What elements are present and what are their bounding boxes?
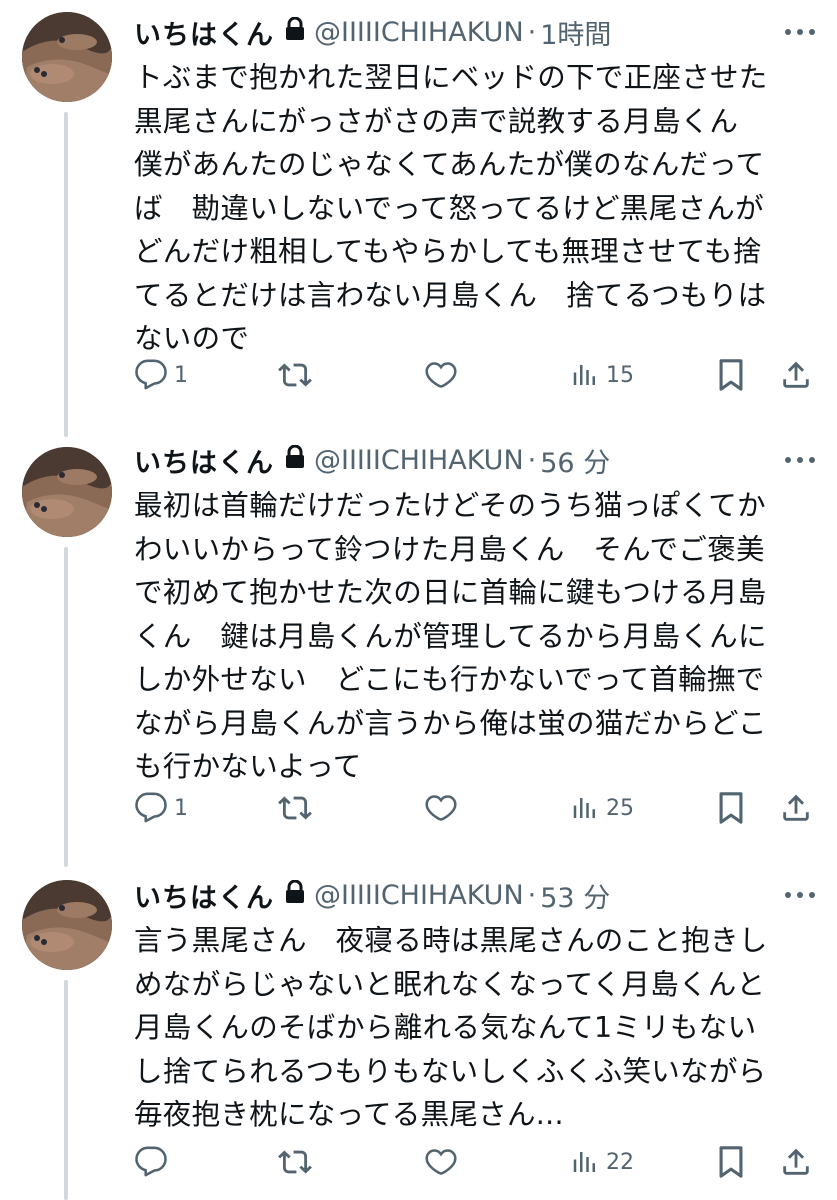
like-button[interactable] [423,353,465,397]
more-options-icon[interactable] [780,22,820,42]
tweet-actions: 22 [134,1140,824,1184]
reply-icon [134,791,168,825]
reply-count: 1 [174,795,188,821]
thread-line [64,112,68,437]
retweet-button[interactable] [277,1140,319,1184]
reply-button[interactable]: 1 [134,786,188,830]
tweet-text: 最初は首輪だけだったけどそのうち猫っぽくてか わいいからって鈴つけた月島くん そ… [134,489,767,783]
views-button[interactable]: 22 [570,1140,634,1184]
bookmark-icon [716,1145,746,1179]
view-count: 22 [606,1149,634,1175]
retweet-icon [277,1145,313,1179]
separator-dot: · [527,16,537,48]
thread-line [64,980,68,1200]
bookmark-button[interactable] [716,353,746,397]
tweet-text: 言う黒尾さん 夜寝る時は黒尾さんのこと抱きし めながらじゃないと眠れなくなってく… [134,924,768,1131]
separator-dot: · [527,879,537,911]
share-icon [779,791,813,825]
bookmark-icon [716,358,746,392]
timestamp[interactable]: 1時間 [540,13,611,52]
analytics-icon [570,1147,600,1177]
avatar[interactable] [22,12,112,102]
thread-line [64,547,68,867]
tweet-text: トぶまで抱かれた翌日にベッドの下で正座させた 黒尾さんにがっさがさの声で説教する… [134,61,768,355]
more-options-icon[interactable] [780,885,820,905]
separator-dot: · [527,444,537,476]
bookmark-button[interactable] [716,1140,746,1184]
views-button[interactable]: 25 [570,786,634,830]
lock-icon [284,444,306,476]
bookmark-icon [716,791,746,825]
reply-button[interactable] [134,1140,174,1184]
tweet-actions: 1 15 [134,353,824,397]
lock-icon [284,879,306,911]
share-icon [779,1145,813,1179]
reply-button[interactable]: 1 [134,353,188,397]
views-button[interactable]: 15 [570,353,634,397]
analytics-icon [570,793,600,823]
heart-icon [423,791,459,825]
avatar[interactable] [22,880,112,970]
retweet-icon [277,791,313,825]
timestamp[interactable]: 53 分 [540,876,610,915]
retweet-button[interactable] [277,786,319,830]
share-button[interactable] [779,786,813,830]
tweet-header: いちはくん @IIIIICHIHAKUN · 1時間 [134,12,611,52]
reply-icon [134,1145,168,1179]
like-button[interactable] [423,786,465,830]
share-button[interactable] [779,1140,813,1184]
more-options-icon[interactable] [780,450,820,470]
display-name[interactable]: いちはくん [134,441,274,480]
avatar[interactable] [22,447,112,537]
heart-icon [423,358,459,392]
view-count: 15 [606,362,634,388]
view-count: 25 [606,795,634,821]
like-button[interactable] [423,1140,465,1184]
bookmark-button[interactable] [716,786,746,830]
heart-icon [423,1145,459,1179]
user-handle[interactable]: @IIIIICHIHAKUN [314,17,524,48]
retweet-button[interactable] [277,353,319,397]
display-name[interactable]: いちはくん [134,13,274,52]
tweet-header: いちはくん @IIIIICHIHAKUN · 53 分 [134,875,610,915]
user-handle[interactable]: @IIIIICHIHAKUN [314,880,524,911]
analytics-icon [570,360,600,390]
reply-count: 1 [174,362,188,388]
share-icon [779,358,813,392]
lock-icon [284,16,306,48]
retweet-icon [277,358,313,392]
timestamp[interactable]: 56 分 [540,441,610,480]
reply-icon [134,358,168,392]
share-button[interactable] [779,353,813,397]
tweet-header: いちはくん @IIIIICHIHAKUN · 56 分 [134,440,610,480]
display-name[interactable]: いちはくん [134,876,274,915]
user-handle[interactable]: @IIIIICHIHAKUN [314,445,524,476]
tweet-actions: 1 25 [134,786,824,830]
